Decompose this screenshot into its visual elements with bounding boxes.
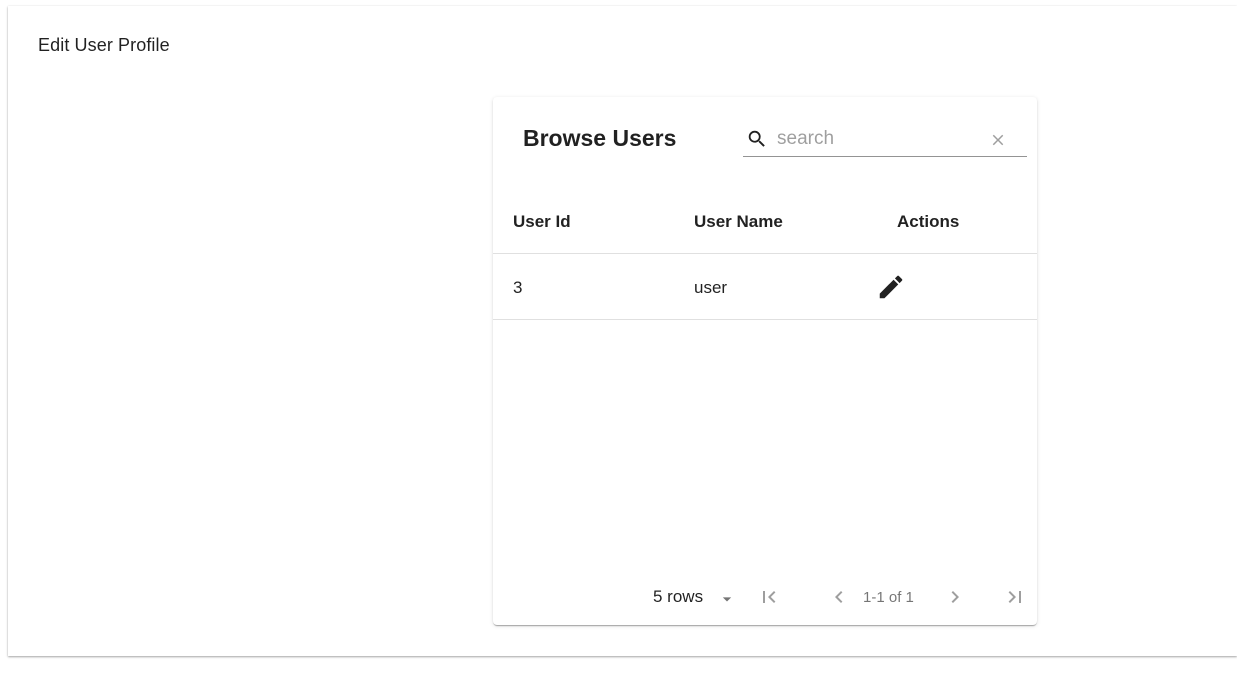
column-header-actions: Actions <box>897 212 960 231</box>
last-page-icon[interactable] <box>1003 585 1027 609</box>
caret-down-icon[interactable] <box>717 589 737 609</box>
search-field[interactable] <box>743 122 1027 157</box>
column-header-user-name[interactable]: User Name <box>694 212 783 232</box>
chevron-right-icon[interactable] <box>943 585 967 609</box>
browse-users-card: Browse Users User Id User Name Actions 3… <box>493 97 1037 625</box>
user-name-cell: user <box>694 278 728 297</box>
close-icon[interactable] <box>989 131 1007 149</box>
pencil-icon[interactable] <box>876 272 906 302</box>
user-id-cell: 3 <box>513 278 523 297</box>
first-page-icon[interactable] <box>757 585 781 609</box>
search-input[interactable] <box>777 126 977 152</box>
chevron-left-icon[interactable] <box>827 585 851 609</box>
table-title: Browse Users <box>523 125 677 151</box>
table-header-row: User Id User Name Actions <box>493 188 1037 254</box>
pagination-range: 1-1 of 1 <box>863 589 914 606</box>
page-container: Edit User Profile Browse Users User Id U… <box>8 6 1237 656</box>
table-row: 3 user <box>493 254 1037 320</box>
search-icon <box>748 130 765 147</box>
page-title: Edit User Profile <box>38 35 170 55</box>
pagination-bar: 5 rows 1-1 of 1 <box>493 575 1037 615</box>
rows-per-page-select[interactable]: 5 rows <box>653 587 703 607</box>
column-header-user-id[interactable]: User Id <box>513 212 571 232</box>
